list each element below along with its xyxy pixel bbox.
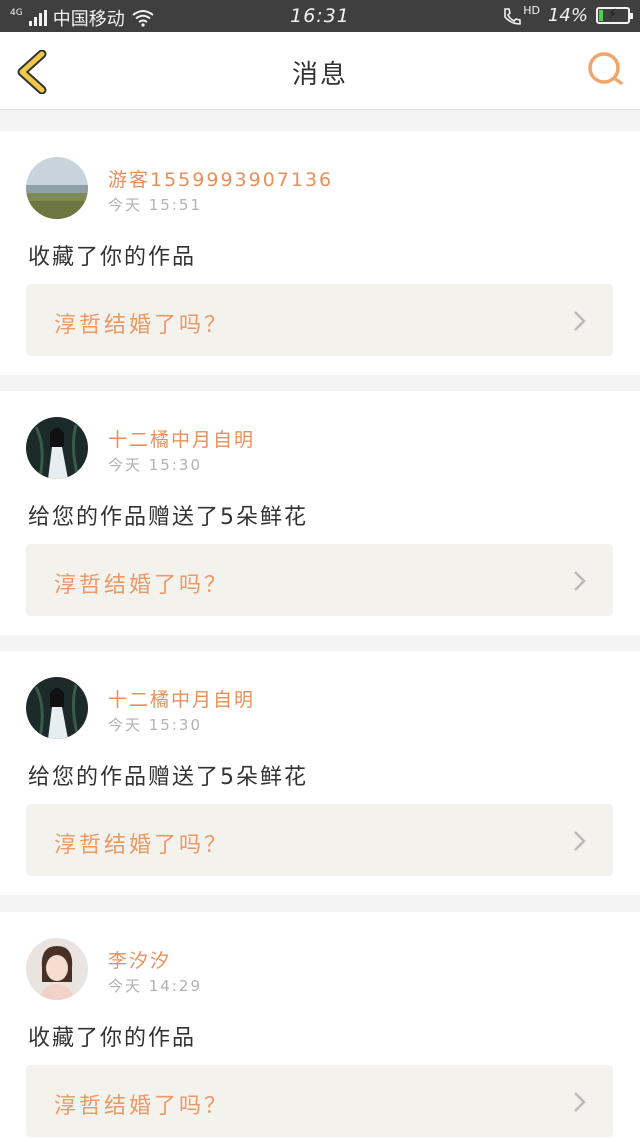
chevron-right-icon: [574, 571, 586, 591]
battery-percent: 14%: [547, 5, 588, 26]
work-title: 淳哲结婚了吗？: [54, 833, 230, 858]
work-link[interactable]: 淳哲结婚了吗？: [26, 284, 613, 356]
activity-text: 收藏了你的作品: [28, 245, 197, 270]
status-right: HD 14% ⚡: [501, 4, 633, 26]
chevron-right-icon: [574, 1092, 586, 1112]
username[interactable]: 游客15599939071​36: [108, 165, 333, 192]
work-title: 淳哲结婚了吗？: [54, 573, 230, 598]
portrait-avatar-image: [26, 938, 88, 1000]
app-header: 消息: [0, 32, 640, 110]
message-card: 李汐汐 今天 14:29 收藏了你的作品 淳哲结婚了吗？: [0, 912, 640, 1138]
work-title: 淳哲结婚了吗？: [54, 313, 230, 338]
activity-text: 给您的作品赠送了5朵鲜花: [28, 505, 308, 530]
work-title: 淳哲结婚了吗？: [54, 1094, 230, 1119]
portrait-avatar-image: [26, 677, 88, 739]
message-card: 十二橘中月自明 今天 15:30 给您的作品赠送了5朵鲜花 淳哲结婚了吗？: [0, 391, 640, 635]
username[interactable]: 十二橘中月自明: [108, 685, 255, 712]
timestamp: 今天 14:29: [108, 977, 202, 995]
chevron-right-icon: [574, 831, 586, 851]
portrait-avatar-image: [26, 417, 88, 479]
work-link[interactable]: 淳哲结婚了吗？: [26, 1065, 613, 1137]
avatar[interactable]: [26, 677, 88, 739]
battery-level: [599, 10, 603, 21]
message-card: 十二橘中月自明 今天 15:30 给您的作品赠送了5朵鲜花 淳哲结婚了吗？: [0, 651, 640, 895]
battery-icon: ⚡: [596, 7, 633, 24]
timestamp: 今天 15:30: [108, 716, 202, 734]
avatar[interactable]: [26, 157, 88, 219]
chevron-right-icon: [574, 311, 586, 331]
activity-text: 给您的作品赠送了5朵鲜花: [28, 765, 308, 790]
work-link[interactable]: 淳哲结婚了吗？: [26, 804, 613, 876]
landscape-avatar-image: [26, 157, 88, 219]
avatar[interactable]: [26, 417, 88, 479]
hd-badge: HD: [523, 4, 540, 17]
timestamp: 今天 15:30: [108, 456, 202, 474]
username[interactable]: 李汐汐: [108, 946, 171, 973]
timestamp: 今天 15:51: [108, 196, 202, 214]
activity-text: 收藏了你的作品: [28, 1026, 197, 1051]
avatar[interactable]: [26, 938, 88, 1000]
status-bar: 4G 中国移动 16:31 HD 14% ⚡: [0, 0, 640, 32]
message-card: 游客15599939071​36 今天 15:51 收藏了你的作品 淳哲结婚了吗…: [0, 131, 640, 375]
username[interactable]: 十二橘中月自明: [108, 425, 255, 452]
search-button[interactable]: [586, 50, 626, 90]
phone-icon: [504, 7, 522, 25]
charging-icon: ⚡: [608, 7, 618, 22]
page-title: 消息: [291, 60, 348, 90]
work-link[interactable]: 淳哲结婚了吗？: [26, 544, 613, 616]
